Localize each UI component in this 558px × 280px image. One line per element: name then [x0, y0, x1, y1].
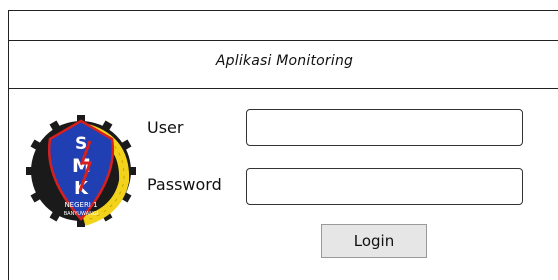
- user-input[interactable]: [246, 109, 523, 146]
- logo-city-text: BANYUWANGI: [64, 211, 99, 217]
- title-bar: Aplikasi Monitoring: [9, 41, 558, 89]
- user-label: User: [147, 118, 184, 137]
- logo-banner-text: NEGERI 1: [64, 201, 97, 209]
- login-window: Aplikasi Monitoring S M K NEGERI 1 BANYU…: [8, 10, 558, 280]
- page-title: Aplikasi Monitoring: [215, 53, 354, 69]
- window-top-bar: [9, 11, 558, 41]
- school-logo: S M K NEGERI 1 BANYUWANGI: [26, 115, 136, 227]
- login-button[interactable]: Login: [321, 224, 427, 258]
- password-input[interactable]: [246, 168, 523, 205]
- password-label: Password: [147, 175, 222, 194]
